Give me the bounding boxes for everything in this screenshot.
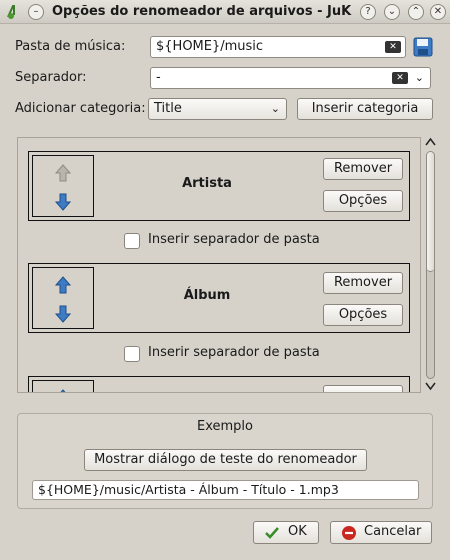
renamer-options-dialog: – Opções do renomeador de arquivos - JuK…	[0, 0, 450, 560]
folder-separator-checkbox[interactable]	[124, 233, 140, 249]
example-title: Exemplo	[197, 419, 253, 434]
title-bar: – Opções do renomeador de arquivos - JuK…	[0, 0, 450, 24]
scrollbar-thumb[interactable]	[427, 152, 434, 272]
example-group: Exemplo Mostrar diálogo de teste do reno…	[17, 413, 433, 509]
clear-icon[interactable]: ✕	[385, 41, 401, 53]
category-name: Artista	[182, 176, 232, 191]
reorder-box	[32, 155, 94, 217]
minimize-button[interactable]: ⌄	[384, 4, 400, 20]
separator-value: -	[156, 70, 161, 85]
insert-category-button[interactable]: Inserir categoria	[297, 98, 433, 120]
move-up-icon[interactable]	[55, 276, 71, 294]
remove-button[interactable]: Remover	[323, 158, 403, 180]
category-select[interactable]: Title ⌄	[148, 98, 287, 120]
cancel-label: Cancelar	[364, 524, 422, 539]
move-up-icon	[55, 164, 71, 182]
separator-combo[interactable]: - ✕ ⌄	[150, 67, 431, 89]
options-button[interactable]: Opções	[323, 190, 403, 212]
folder-separator-label: Inserir separador de pasta	[148, 345, 320, 360]
clear-icon[interactable]: ✕	[392, 72, 408, 84]
save-icon[interactable]	[413, 37, 433, 57]
chevron-down-icon: ⌄	[270, 102, 280, 115]
music-folder-input[interactable]: ${HOME}/music ✕	[150, 36, 406, 58]
chevron-up-icon[interactable]	[425, 137, 436, 147]
add-category-label: Adicionar categoria:	[15, 101, 146, 116]
folder-separator-label: Inserir separador de pasta	[148, 232, 320, 247]
cancel-icon	[342, 526, 356, 540]
example-filename-field: ${HOME}/music/Artista - Álbum - Título -…	[32, 480, 419, 500]
move-down-icon[interactable]	[55, 305, 71, 323]
categories-scrollbar[interactable]	[423, 137, 437, 393]
folder-separator-checkbox[interactable]	[124, 346, 140, 362]
category-name: Álbum	[183, 288, 231, 303]
reorder-box	[32, 267, 94, 329]
window-menu-icon[interactable]: –	[28, 4, 44, 20]
move-up-icon[interactable]	[55, 389, 71, 393]
remove-button[interactable]: Remover	[323, 272, 403, 294]
window-title: Opções do renomeador de arquivos - JuK	[52, 4, 352, 19]
help-button[interactable]: ?	[360, 4, 376, 20]
music-folder-label: Pasta de música:	[15, 39, 126, 54]
add-category-label-text: Adicionar categoria:	[15, 101, 146, 116]
checkmark-icon	[265, 527, 279, 539]
close-button[interactable]: ✕	[430, 4, 446, 20]
category-item: Álbum Remover Opções	[28, 263, 410, 333]
move-down-icon[interactable]	[55, 193, 71, 211]
options-button[interactable]: Opções	[323, 304, 403, 326]
juk-app-icon[interactable]	[4, 3, 22, 21]
music-folder-value: ${HOME}/music	[156, 39, 264, 54]
category-select-value: Title	[154, 101, 182, 116]
ok-label: OK	[288, 524, 307, 539]
category-item: Artista Remover Opções	[28, 151, 410, 221]
categories-scroll-area: Artista Remover Opções Inserir separador…	[17, 137, 421, 393]
reorder-box	[32, 380, 94, 393]
remove-button[interactable]	[323, 385, 403, 392]
scrollbar-track[interactable]	[426, 151, 435, 379]
category-item	[28, 376, 410, 393]
maximize-button[interactable]: ⌃	[408, 4, 424, 20]
chevron-down-icon[interactable]	[425, 381, 436, 391]
separator-label: Separador:	[15, 70, 87, 85]
show-test-dialog-button[interactable]: Mostrar diálogo de teste do renomeador	[84, 449, 367, 471]
ok-button[interactable]: OK	[253, 521, 319, 544]
cancel-button[interactable]: Cancelar	[330, 521, 432, 544]
chevron-down-icon[interactable]: ⌄	[415, 68, 424, 88]
